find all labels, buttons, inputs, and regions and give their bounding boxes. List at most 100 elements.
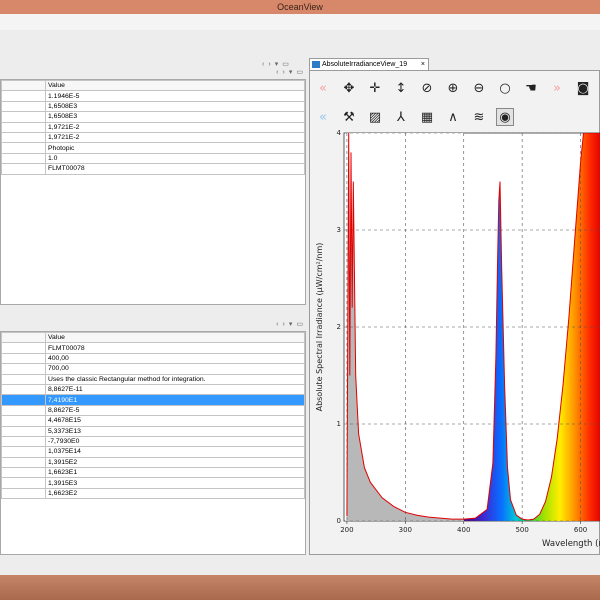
- property-value-cell: FLMT00078: [45, 163, 305, 175]
- top-properties-panel: ‹ › ▾ ▭ Value 1.1946E-5 1,6508E3 1,6508E3 1…: [0, 69, 306, 305]
- x-tick-label-0: 200: [340, 526, 353, 534]
- property-name-cell: [1, 446, 46, 458]
- table-row[interactable]: 1,6623E2: [1, 487, 305, 500]
- move-icon[interactable]: ✥: [340, 79, 358, 97]
- zoom-out-icon[interactable]: ⊖: [470, 79, 488, 97]
- table-row[interactable]: 1,9721E-2: [1, 121, 305, 133]
- spectrum-peaks-icon[interactable]: ∧: [444, 108, 462, 126]
- value-column-header: Value: [45, 331, 305, 344]
- zoom-in-icon[interactable]: ⊕: [444, 79, 462, 97]
- property-value-cell: 1,9721E-2: [45, 121, 305, 133]
- x-tick-label-3: 500: [515, 526, 528, 534]
- crosshair-icon[interactable]: ✛: [366, 79, 384, 97]
- chevron-left-icon[interactable]: ‹: [262, 61, 264, 68]
- property-name-cell: [1, 425, 46, 437]
- name-column-header: [1, 331, 46, 344]
- table-row[interactable]: 1,0375E14: [1, 446, 305, 458]
- table-row[interactable]: 1,6508E3: [1, 111, 305, 123]
- table-row[interactable]: 1,9721E-2: [1, 131, 305, 144]
- zoom-region-icon[interactable]: ⊘: [418, 79, 436, 97]
- property-name-cell: [1, 477, 46, 489]
- property-value-cell: 1,3915E3: [45, 477, 305, 489]
- camera-icon[interactable]: ◙: [574, 79, 592, 97]
- property-value-cell: 1,3915E2: [45, 456, 305, 469]
- pan-hand-icon[interactable]: ☚: [522, 79, 540, 97]
- close-icon[interactable]: ×: [421, 59, 425, 70]
- property-value-cell: 5,3373E13: [45, 425, 305, 437]
- overlay-icon[interactable]: ≋: [470, 108, 488, 126]
- irradiance-chart[interactable]: 200 300 400 500 600 0 1 2 3 4 Wavelength (nm) Absol…: [310, 129, 600, 554]
- property-name-cell: [1, 111, 46, 123]
- restore-icon[interactable]: ▭: [296, 320, 303, 328]
- table-row[interactable]: 1,6623E1: [1, 467, 305, 479]
- property-value-cell: 400,00: [45, 352, 305, 365]
- chevron-left-icon[interactable]: ‹: [276, 321, 278, 328]
- property-value-cell: 1.0: [45, 152, 305, 165]
- y-tick-label-4: 4: [337, 129, 342, 137]
- restore-icon[interactable]: ▭: [296, 68, 303, 76]
- view-menu-icon[interactable]: ▾: [289, 320, 293, 328]
- x-axis-label: Wavelength (nm): [542, 539, 600, 549]
- property-value-cell: 1.1946E-5: [45, 90, 305, 102]
- view-menu-icon[interactable]: ▾: [289, 68, 293, 76]
- table-row[interactable]: 1.0: [1, 152, 305, 165]
- property-name-cell: [1, 342, 46, 354]
- tab-label: AbsoluteIrradianceView_19: [322, 61, 408, 68]
- chart-toolbar-top: « ✥ ✛ ↕ ⊘ ⊕ ⊖ ○ ☚ » ◙: [314, 77, 592, 99]
- desktop-background: [0, 575, 600, 600]
- restore-icon[interactable]: ▭: [282, 60, 289, 68]
- table-row[interactable]: FLMT00078: [1, 163, 305, 175]
- property-value-cell: -7,7930E0: [45, 435, 305, 448]
- property-name-cell: [1, 142, 46, 154]
- table-row[interactable]: 4,4678E15: [1, 415, 305, 427]
- chevron-right-icon[interactable]: ›: [268, 61, 270, 68]
- table-row[interactable]: 5,3373E13: [1, 425, 305, 437]
- x-tick-label-2: 400: [457, 526, 470, 534]
- menu-bar: [0, 14, 600, 30]
- table-row[interactable]: 1.1946E-5: [1, 90, 305, 102]
- zoom-fit-icon[interactable]: ○: [496, 79, 514, 97]
- tab-absolute-irradiance-view[interactable]: AbsoluteIrradianceView_19 ×: [309, 58, 429, 70]
- table-row[interactable]: 700,00: [1, 363, 305, 375]
- table-row[interactable]: Photopic: [1, 142, 305, 154]
- view-panel-controls: ‹ › ▾ ▭: [262, 58, 289, 70]
- table-row[interactable]: 1,3915E3: [1, 477, 305, 489]
- property-name-cell: [1, 121, 46, 133]
- table-row[interactable]: FLMT00078: [1, 342, 305, 354]
- property-name-cell: [1, 373, 46, 385]
- tools-icon[interactable]: ⚒: [340, 108, 358, 126]
- table-header-row: Value: [1, 331, 305, 344]
- bottom-results-panel: ‹ › ▾ ▭ Value FLMT00078 400,00 700,00 Uses …: [0, 321, 306, 555]
- table-row[interactable]: 1,3915E2: [1, 456, 305, 469]
- table-row[interactable]: Uses the classic Rectangular method for …: [1, 373, 305, 385]
- peak-marker-icon[interactable]: ⅄: [392, 108, 410, 126]
- property-name-cell: [1, 131, 46, 144]
- collapse-icon[interactable]: «: [314, 108, 332, 126]
- vertical-arrow-icon[interactable]: ↕: [392, 79, 410, 97]
- bottom-results-table: Value FLMT00078 400,00 700,00 Uses the clas…: [1, 331, 305, 500]
- lamp-icon[interactable]: ◉: [496, 108, 514, 126]
- y-tick-label-0: 0: [337, 517, 341, 525]
- graph-window-icon[interactable]: ▨: [366, 108, 384, 126]
- forward-icon[interactable]: »: [548, 79, 566, 97]
- table-row[interactable]: -7,7930E0: [1, 435, 305, 448]
- property-name-cell: [1, 394, 46, 406]
- table-header-row: Value: [1, 79, 305, 92]
- table-row[interactable]: 8,8627E-5: [1, 404, 305, 417]
- chart-toolbar-bottom: « ⚒ ▨ ⅄ ▦ ∧ ≋ ◉: [314, 106, 514, 128]
- y-tick-label-1: 1: [337, 420, 341, 428]
- table-row[interactable]: 7,4190E1: [1, 394, 305, 406]
- property-name-cell: [1, 467, 46, 479]
- table-row[interactable]: 400,00: [1, 352, 305, 365]
- property-name-cell: [1, 456, 46, 469]
- property-value-cell: 1,6623E1: [45, 467, 305, 479]
- name-column-header: [1, 79, 46, 92]
- property-value-cell: 1,9721E-2: [45, 131, 305, 144]
- table-row[interactable]: 1,6508E3: [1, 100, 305, 113]
- table-row[interactable]: 8,8627E-11: [1, 383, 305, 396]
- y-axis-label: Absolute Spectral Irradiance (µW/cm²/nm): [315, 243, 324, 412]
- chevron-right-icon[interactable]: ›: [283, 321, 285, 328]
- table-icon[interactable]: ▦: [418, 108, 436, 126]
- view-menu-icon[interactable]: ▾: [275, 60, 279, 68]
- back-icon[interactable]: «: [314, 79, 332, 97]
